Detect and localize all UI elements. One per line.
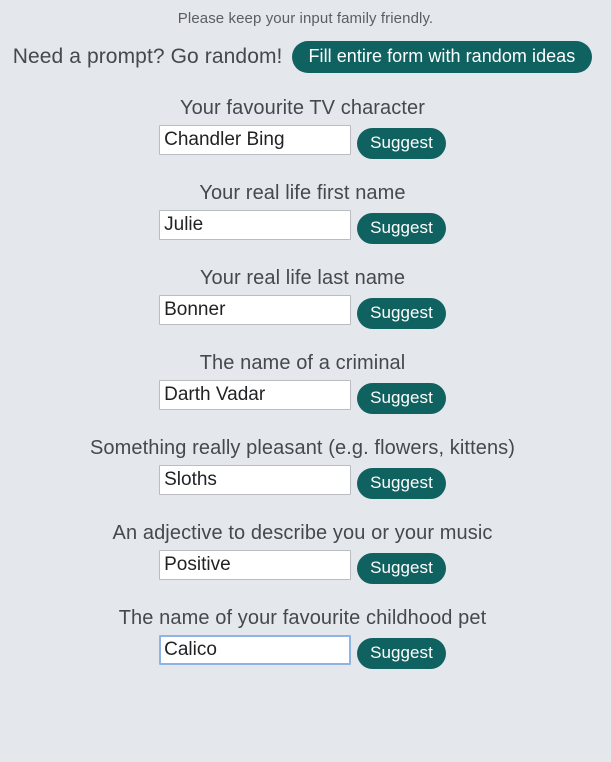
field-label: The name of your favourite childhood pet <box>118 607 487 629</box>
field-row: Suggest <box>0 550 611 584</box>
suggest-button[interactable]: Suggest <box>357 383 446 414</box>
random-prompt-row: Need a prompt? Go random! Fill entire fo… <box>0 41 611 73</box>
field-row: Suggest <box>0 380 611 414</box>
form-field: The name of your favourite childhood pet… <box>0 605 611 669</box>
field-row: Suggest <box>0 635 611 669</box>
form-field: Your favourite TV character Suggest <box>0 95 611 159</box>
field-label: Your real life last name <box>199 267 406 289</box>
form-field: Something really pleasant (e.g. flowers,… <box>0 435 611 499</box>
form-field: An adjective to describe you or your mus… <box>0 520 611 584</box>
fill-random-button[interactable]: Fill entire form with random ideas <box>291 41 593 73</box>
field-text-input[interactable] <box>159 465 352 495</box>
field-label: Your real life first name <box>199 182 406 204</box>
suggest-button[interactable]: Suggest <box>357 298 446 329</box>
form-field: The name of a criminal Suggest <box>0 350 611 414</box>
field-text-input[interactable] <box>159 380 352 410</box>
field-list: Your favourite TV characterSuggestYour r… <box>0 95 611 669</box>
field-text-input[interactable] <box>159 125 352 155</box>
field-row: Suggest <box>0 210 611 244</box>
field-row: Suggest <box>0 295 611 329</box>
random-prompt-label: Need a prompt? Go random! <box>12 45 283 68</box>
field-row: Suggest <box>0 465 611 499</box>
family-friendly-notice: Please keep your input family friendly. <box>177 10 434 27</box>
form-field: Your real life last name Suggest <box>0 265 611 329</box>
field-label: Something really pleasant (e.g. flowers,… <box>89 437 516 459</box>
suggest-button[interactable]: Suggest <box>357 553 446 584</box>
form-page: Please keep your input family friendly. … <box>0 0 611 762</box>
suggest-button[interactable]: Suggest <box>357 638 446 669</box>
field-label: An adjective to describe you or your mus… <box>112 522 493 544</box>
field-row: Suggest <box>0 125 611 159</box>
field-text-input[interactable] <box>159 295 352 325</box>
field-label: Your favourite TV character <box>179 97 426 119</box>
field-text-input[interactable] <box>159 550 352 580</box>
field-text-input[interactable] <box>159 635 352 665</box>
field-label: The name of a criminal <box>199 352 406 374</box>
suggest-button[interactable]: Suggest <box>357 128 446 159</box>
field-text-input[interactable] <box>159 210 352 240</box>
suggest-button[interactable]: Suggest <box>357 468 446 499</box>
suggest-button[interactable]: Suggest <box>357 213 446 244</box>
form-field: Your real life first name Suggest <box>0 180 611 244</box>
